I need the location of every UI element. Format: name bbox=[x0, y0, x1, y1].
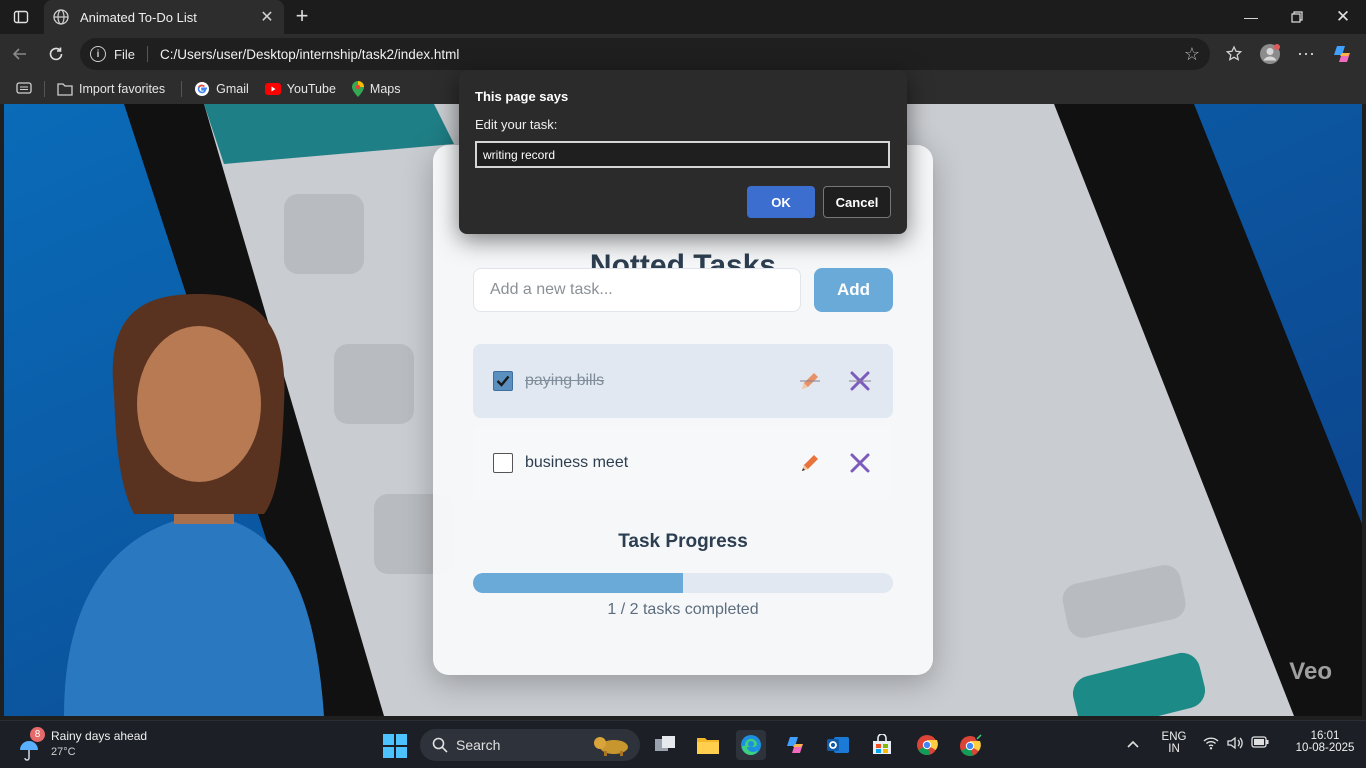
clock-time: 16:01 bbox=[1310, 730, 1340, 742]
favorite-maps[interactable]: Maps bbox=[351, 81, 401, 97]
weather-title: Rainy days ahead bbox=[51, 729, 148, 743]
youtube-icon bbox=[264, 83, 281, 95]
taskbar-search[interactable]: Search bbox=[420, 729, 640, 761]
cancel-button[interactable]: Cancel bbox=[823, 186, 891, 218]
edit-pencil-icon[interactable] bbox=[797, 450, 823, 476]
edit-pencil-icon[interactable] bbox=[797, 368, 823, 394]
weather-badge: 8 bbox=[30, 727, 45, 742]
reading-mode-icon[interactable] bbox=[16, 81, 32, 97]
copilot-app-icon[interactable] bbox=[780, 730, 810, 760]
address-scheme: File bbox=[114, 46, 135, 62]
globe-icon bbox=[53, 9, 69, 25]
prompt-dialog: This page says Edit your task: OK Cancel bbox=[459, 70, 907, 234]
tab-title: Animated To-Do List bbox=[80, 9, 197, 25]
progress-title: Task Progress bbox=[618, 531, 748, 552]
favorites-icon[interactable] bbox=[1222, 42, 1246, 66]
address-bar[interactable]: i File C:/Users/user/Desktop/internship/… bbox=[80, 38, 1210, 70]
favorite-youtube[interactable]: YouTube bbox=[264, 82, 336, 96]
favorite-star-icon[interactable]: ☆ bbox=[1184, 44, 1200, 65]
weather-temp: 27°C bbox=[51, 746, 76, 758]
import-folder-icon bbox=[57, 82, 73, 96]
language-indicator[interactable]: ENG IN bbox=[1158, 731, 1190, 755]
battery-icon bbox=[1251, 736, 1269, 748]
tab-close-icon[interactable]: ✕ bbox=[258, 7, 276, 27]
copilot-icon[interactable] bbox=[1330, 42, 1354, 66]
progress-bar bbox=[473, 573, 893, 593]
close-window-icon[interactable]: ✕ bbox=[1320, 0, 1366, 34]
tray-overflow-icon[interactable] bbox=[1126, 737, 1140, 752]
outlook-icon[interactable] bbox=[823, 730, 853, 760]
file-explorer-icon[interactable] bbox=[693, 730, 723, 760]
tab-actions-icon[interactable] bbox=[8, 5, 34, 29]
chrome-icon[interactable] bbox=[912, 730, 942, 760]
start-windows-icon[interactable] bbox=[383, 734, 407, 758]
task-item: paying bills bbox=[473, 344, 893, 418]
edge-browser-icon[interactable] bbox=[736, 730, 766, 760]
search-highlight-icon bbox=[594, 737, 628, 756]
browser-toolbar: i File C:/Users/user/Desktop/internship/… bbox=[0, 34, 1366, 74]
profile-avatar-icon[interactable] bbox=[1258, 42, 1282, 66]
delete-x-icon[interactable] bbox=[847, 368, 873, 394]
task-item: business meet bbox=[473, 426, 893, 500]
store-icon[interactable] bbox=[867, 730, 897, 760]
new-task-input[interactable] bbox=[473, 268, 801, 312]
site-info-icon[interactable]: i bbox=[90, 46, 106, 62]
maps-pin-icon bbox=[351, 81, 364, 97]
clock-date: 10-08-2025 bbox=[1295, 742, 1355, 754]
add-task-button[interactable]: Add bbox=[814, 268, 893, 312]
dialog-title: This page says bbox=[475, 89, 569, 104]
windows-taskbar: 8 Rainy days ahead 27°C Search ENG IN 16… bbox=[0, 720, 1366, 768]
dialog-input[interactable] bbox=[475, 141, 890, 168]
search-label: Search bbox=[456, 737, 501, 753]
weather-widget[interactable]: 8 Rainy days ahead 27°C bbox=[18, 727, 188, 764]
delete-x-icon[interactable] bbox=[847, 450, 873, 476]
restore-icon[interactable] bbox=[1274, 0, 1320, 34]
new-tab-icon[interactable]: + bbox=[290, 5, 314, 29]
task-checkbox[interactable] bbox=[493, 453, 513, 473]
progress-fill bbox=[473, 573, 683, 593]
volume-icon bbox=[1227, 736, 1243, 750]
browser-tab-bar: Animated To-Do List ✕ + — ✕ bbox=[0, 0, 1366, 34]
chrome-profile-icon[interactable] bbox=[956, 730, 986, 760]
google-icon bbox=[194, 81, 210, 97]
task-view-icon[interactable] bbox=[650, 730, 680, 760]
search-icon bbox=[432, 737, 448, 753]
favorite-import[interactable]: Import favorites bbox=[57, 82, 165, 96]
watermark: Veo bbox=[1289, 658, 1332, 685]
umbrella-icon bbox=[20, 741, 38, 761]
more-options-icon[interactable]: ⋯ bbox=[1294, 42, 1318, 66]
task-checkbox[interactable] bbox=[493, 371, 513, 391]
ok-button[interactable]: OK bbox=[747, 186, 815, 218]
browser-tab[interactable]: Animated To-Do List ✕ bbox=[44, 0, 284, 34]
progress-text: 1 / 2 tasks completed bbox=[607, 601, 759, 618]
dialog-message: Edit your task: bbox=[475, 117, 558, 132]
minimize-icon[interactable]: — bbox=[1228, 0, 1274, 34]
favorite-gmail[interactable]: Gmail bbox=[194, 81, 249, 97]
refresh-icon[interactable] bbox=[42, 40, 70, 68]
address-url[interactable]: C:/Users/user/Desktop/internship/task2/i… bbox=[160, 47, 459, 62]
wifi-icon bbox=[1203, 737, 1219, 750]
task-text: business meet bbox=[525, 454, 629, 471]
task-text: paying bills bbox=[525, 372, 605, 389]
system-tray-icons[interactable] bbox=[1203, 736, 1273, 750]
clock[interactable]: 16:01 10-08-2025 bbox=[1290, 730, 1360, 754]
back-icon[interactable] bbox=[6, 40, 34, 68]
